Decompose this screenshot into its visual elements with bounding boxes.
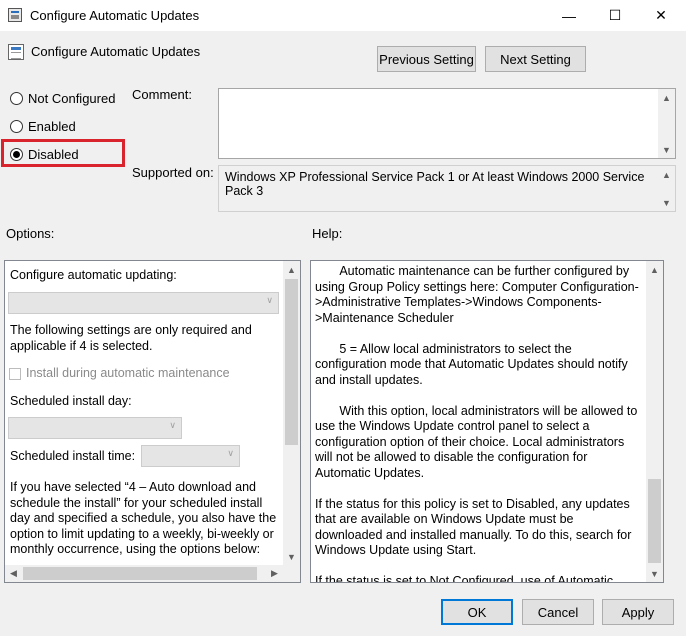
scroll-up-icon[interactable]: ▲ bbox=[658, 166, 675, 183]
help-paragraph: Automatic maintenance can be further con… bbox=[315, 264, 639, 325]
selection-highlight bbox=[1, 139, 125, 167]
scroll-up-icon[interactable]: ▲ bbox=[283, 261, 300, 278]
supported-on-box: Windows XP Professional Service Pack 1 o… bbox=[218, 165, 676, 212]
ok-button[interactable]: OK bbox=[441, 599, 513, 625]
help-scroll-thumb[interactable] bbox=[648, 479, 661, 563]
options-hscroll-thumb[interactable] bbox=[23, 567, 257, 580]
next-setting-button[interactable]: Next Setting bbox=[485, 46, 586, 72]
previous-setting-button[interactable]: Previous Setting bbox=[377, 46, 476, 72]
radio-not-configured-label: Not Configured bbox=[28, 91, 116, 106]
close-button[interactable]: ✕ bbox=[638, 0, 684, 31]
chevron-down-icon: ∨ bbox=[266, 295, 273, 305]
supported-on-value: Windows XP Professional Service Pack 1 o… bbox=[225, 170, 645, 198]
scroll-up-icon[interactable]: ▲ bbox=[646, 261, 663, 278]
configure-updating-dropdown[interactable]: ∨ bbox=[8, 292, 279, 314]
options-vertical-scrollbar[interactable]: ▲ ▼ bbox=[283, 261, 300, 565]
scroll-right-icon[interactable]: ▶ bbox=[266, 565, 283, 582]
comment-label: Comment: bbox=[132, 87, 192, 102]
configure-updating-label: Configure automatic updating: bbox=[10, 268, 177, 282]
comment-textarea[interactable]: ▲ ▼ bbox=[218, 88, 676, 159]
install-time-label: Scheduled install time: bbox=[10, 449, 136, 463]
radio-not-configured-circle[interactable] bbox=[10, 92, 23, 105]
policy-name: Configure Automatic Updates bbox=[31, 44, 201, 59]
options-scroll-thumb[interactable] bbox=[285, 279, 298, 445]
chevron-down-icon: ∨ bbox=[169, 420, 176, 430]
apply-button[interactable]: Apply bbox=[602, 599, 674, 625]
scroll-down-icon[interactable]: ▼ bbox=[283, 548, 300, 565]
help-vertical-scrollbar[interactable]: ▲ ▼ bbox=[646, 261, 663, 582]
cancel-button[interactable]: Cancel bbox=[522, 599, 594, 625]
scroll-up-icon[interactable]: ▲ bbox=[658, 89, 675, 106]
install-day-dropdown[interactable]: ∨ bbox=[8, 417, 182, 439]
install-maintenance-label: Install during automatic maintenance bbox=[26, 366, 230, 380]
scroll-down-icon[interactable]: ▼ bbox=[658, 141, 675, 158]
scroll-down-icon[interactable]: ▼ bbox=[658, 194, 675, 211]
install-time-dropdown[interactable]: ∨ bbox=[141, 445, 240, 467]
help-panel: Automatic maintenance can be further con… bbox=[310, 260, 664, 583]
options-panel: Configure automatic updating: ∨ The foll… bbox=[4, 260, 301, 583]
minimize-button[interactable]: — bbox=[546, 0, 592, 31]
supported-scrollbar[interactable]: ▲ ▼ bbox=[658, 166, 675, 211]
help-paragraph: If the status for this policy is set to … bbox=[315, 496, 632, 558]
comment-scrollbar[interactable]: ▲ ▼ bbox=[658, 89, 675, 158]
schedule-description: If you have selected “4 – Auto download … bbox=[10, 480, 277, 556]
policy-app-icon bbox=[8, 8, 22, 22]
radio-not-configured[interactable]: Not Configured bbox=[10, 91, 115, 106]
help-paragraph: With this option, local administrators w… bbox=[315, 403, 641, 480]
scrollbar-corner bbox=[283, 565, 300, 582]
radio-enabled-label: Enabled bbox=[28, 119, 76, 134]
options-heading: Options: bbox=[6, 226, 55, 241]
policy-setting-icon bbox=[8, 44, 24, 60]
settings-note: The following settings are only required… bbox=[10, 323, 252, 353]
scroll-down-icon[interactable]: ▼ bbox=[646, 565, 663, 582]
scroll-left-icon[interactable]: ◀ bbox=[5, 565, 22, 582]
help-text: Automatic maintenance can be further con… bbox=[315, 264, 641, 583]
help-heading: Help: bbox=[312, 226, 343, 241]
install-day-label: Scheduled install day: bbox=[10, 394, 132, 408]
options-horizontal-scrollbar[interactable]: ◀ ▶ bbox=[5, 565, 283, 582]
radio-enabled-circle[interactable] bbox=[10, 120, 23, 133]
maximize-button[interactable]: ☐ bbox=[592, 0, 638, 31]
window-title: Configure Automatic Updates bbox=[30, 8, 200, 23]
help-paragraph: 5 = Allow local administrators to select… bbox=[315, 341, 632, 387]
supported-on-label: Supported on: bbox=[132, 165, 214, 180]
help-paragraph: If the status is set to Not Configured, … bbox=[315, 574, 614, 583]
radio-enabled[interactable]: Enabled bbox=[10, 119, 76, 134]
install-maintenance-checkbox[interactable] bbox=[9, 367, 21, 380]
install-maintenance-option[interactable]: Install during automatic maintenance bbox=[9, 366, 230, 382]
chevron-down-icon: ∨ bbox=[227, 448, 234, 458]
